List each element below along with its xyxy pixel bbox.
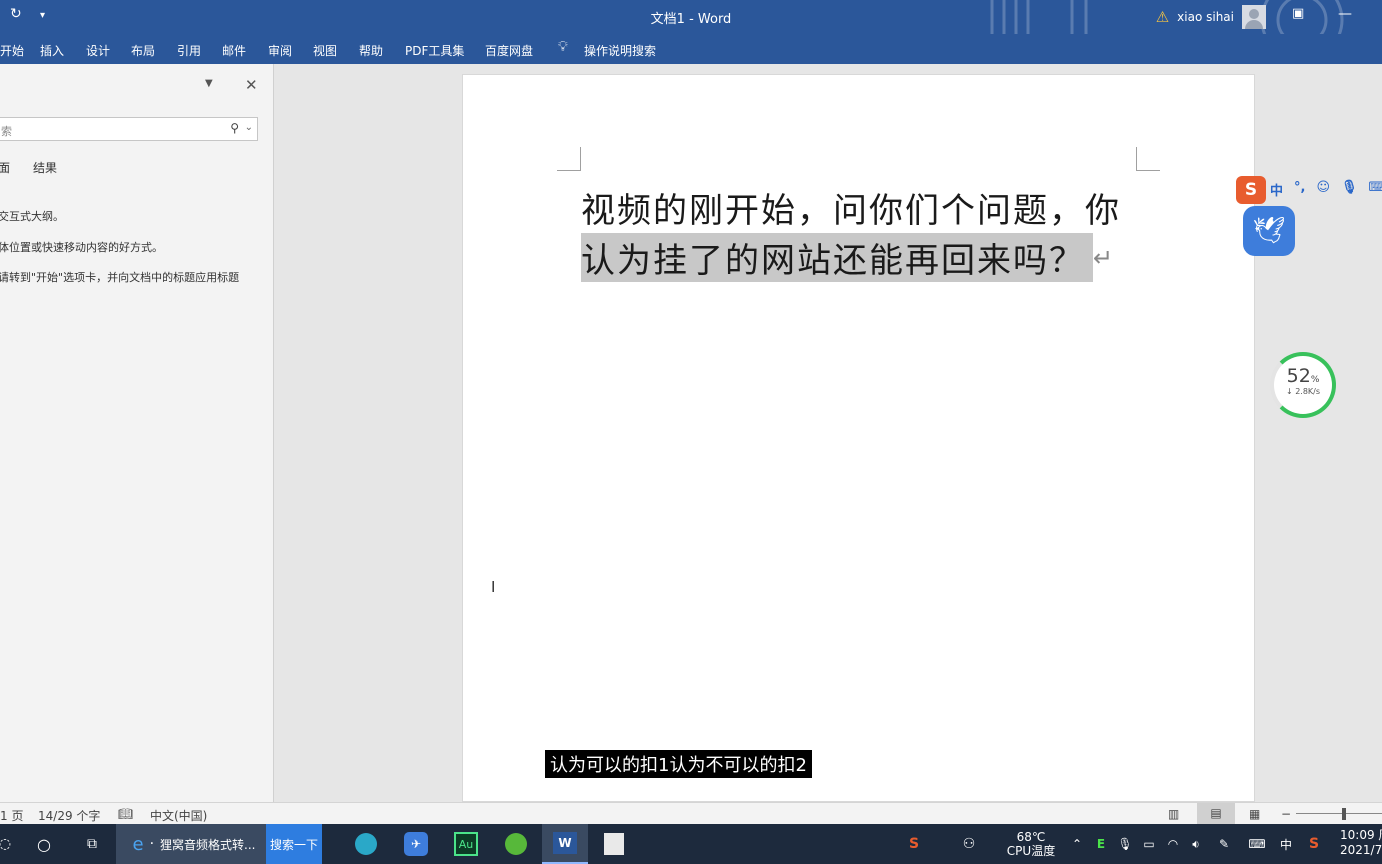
edge-icon[interactable] bbox=[350, 824, 382, 864]
browser-green-icon[interactable] bbox=[500, 824, 532, 864]
tray-expand-icon[interactable]: ⌃ bbox=[1068, 824, 1086, 864]
proofing-icon[interactable]: 📖︎ bbox=[118, 807, 133, 821]
margin-corner-tl bbox=[557, 147, 581, 171]
cortana-icon[interactable]: ○ bbox=[30, 824, 58, 864]
tell-me-search[interactable]: 操作说明搜索 bbox=[584, 42, 656, 59]
lightbulb-icon: 💡︎ bbox=[558, 39, 568, 55]
ie-icon: e bbox=[132, 833, 144, 855]
tray-e-icon[interactable]: E bbox=[1092, 824, 1110, 864]
network-speed-gauge[interactable]: 52% ↓ 2.8K/s bbox=[1270, 352, 1336, 418]
sogou-ime-tray-icon[interactable]: S bbox=[1302, 824, 1326, 864]
search-button[interactable]: 搜索一下 bbox=[266, 824, 322, 864]
tab-mailings[interactable]: 邮件 bbox=[222, 42, 246, 59]
document-line-2-wrap: 认为挂了的网站还能再回来吗？ ↵ bbox=[581, 233, 1113, 282]
clock-date: 2021/7 bbox=[1340, 843, 1382, 857]
cpu-temp-label: CPU温度 bbox=[1006, 844, 1056, 858]
warning-icon: ⚠ bbox=[1155, 8, 1170, 26]
text-cursor-icon: I bbox=[491, 578, 496, 596]
notepad-icon[interactable] bbox=[598, 824, 630, 864]
taskbar: ◌ ○ ⧉ e · 狸窝音频格式转... 搜索一下 ✈ Au W S ⚇ 68℃… bbox=[0, 824, 1382, 864]
page-count[interactable]: 1 页 bbox=[0, 807, 23, 824]
help-text-1: 交互式大纲。 bbox=[0, 210, 64, 223]
minimize-button[interactable]: — bbox=[1338, 6, 1352, 22]
ribbon-display-options-icon[interactable]: ▣ bbox=[1292, 6, 1304, 21]
tab-design[interactable]: 设计 bbox=[86, 42, 110, 59]
language-status[interactable]: 中文(中国) bbox=[150, 807, 207, 824]
clock[interactable]: 10:09 周 2021/7 bbox=[1340, 828, 1382, 858]
gauge-speed: ↓ 2.8K/s bbox=[1285, 387, 1321, 396]
tab-references[interactable]: 引用 bbox=[177, 42, 201, 59]
sogou-tray-icon[interactable]: S bbox=[902, 824, 926, 864]
document-line-1[interactable]: 视频的刚开始，问你们个问题，你 bbox=[581, 183, 1121, 232]
avatar[interactable] bbox=[1242, 5, 1266, 29]
task-view-icon[interactable]: ⧉ bbox=[78, 824, 106, 864]
pane-options-dropdown-icon[interactable]: ▼ bbox=[205, 78, 213, 89]
tray-mic-icon[interactable]: 🎙︎ bbox=[1116, 824, 1134, 864]
tab-view[interactable]: 视图 bbox=[313, 42, 337, 59]
zoom-slider-thumb[interactable] bbox=[1342, 808, 1346, 820]
keyboard-icon[interactable]: ⌨ bbox=[1369, 180, 1382, 199]
battery-icon[interactable]: ▭ bbox=[1140, 824, 1158, 864]
gauge-percent: 52% bbox=[1286, 365, 1320, 387]
sogou-ime-toolbar[interactable]: S 中 °, ☺ 🎙︎ ⌨ bbox=[1236, 176, 1382, 206]
ime-bar: 中 °, ☺ 🎙︎ ⌨ bbox=[1270, 180, 1382, 199]
audition-icon[interactable]: Au bbox=[450, 824, 482, 864]
tab-pdf-tools[interactable]: PDF工具集 bbox=[405, 42, 464, 59]
ime-tray-lang[interactable]: 中 bbox=[1276, 824, 1296, 864]
user-name: xiao sihai bbox=[1177, 10, 1234, 24]
cpu-temp-value: 68℃ bbox=[1016, 830, 1046, 844]
paragraph-mark-icon: ↵ bbox=[1093, 243, 1114, 272]
wifi-icon[interactable]: ◠ bbox=[1164, 824, 1182, 864]
bird-taskbar-icon[interactable]: ✈ bbox=[400, 824, 432, 864]
margin-corner-tr bbox=[1136, 147, 1160, 171]
cpu-temp[interactable]: 68℃ CPU温度 bbox=[1000, 824, 1062, 864]
word-count[interactable]: 14/29 个字 bbox=[38, 807, 100, 824]
people-icon[interactable]: ⚇ bbox=[958, 824, 980, 864]
help-text-3: 请转到"开始"选项卡，并向文档中的标题应用标题 bbox=[0, 271, 240, 284]
help-text-2: 体位置或快速移动内容的好方式。 bbox=[0, 241, 163, 254]
tab-baidu-netdisk[interactable]: 百度网盘 bbox=[485, 42, 533, 59]
ribbon-tabs: 开始 插入 设计 布局 引用 邮件 审阅 视图 帮助 PDF工具集 百度网盘 💡… bbox=[0, 34, 1382, 64]
selected-text[interactable]: 认为挂了的网站还能再回来吗？ bbox=[581, 233, 1093, 282]
ime-lang-mode[interactable]: 中 bbox=[1270, 180, 1283, 199]
tab-review[interactable]: 审阅 bbox=[268, 42, 292, 59]
read-mode-icon[interactable]: ▥ bbox=[1168, 807, 1179, 821]
search-placeholder: 索 bbox=[1, 125, 12, 138]
touch-keyboard-icon[interactable]: ⌨ bbox=[1244, 824, 1270, 864]
tab-pages[interactable]: 面 bbox=[0, 159, 10, 176]
status-bar: 1 页 14/29 个字 📖︎ 中文(中国) ▥ ▤ ▦ − bbox=[0, 802, 1382, 825]
sogou-logo: S bbox=[1236, 176, 1266, 204]
tab-layout[interactable]: 布局 bbox=[131, 42, 155, 59]
tab-results[interactable]: 结果 bbox=[33, 159, 57, 176]
document-page[interactable]: 视频的刚开始，问你们个问题，你 认为挂了的网站还能再回来吗？ ↵ I bbox=[462, 74, 1255, 802]
bird-app-icon[interactable]: 🕊︎ bbox=[1243, 206, 1295, 256]
taskbar-app-ie[interactable]: e · 狸窝音频格式转... bbox=[116, 824, 266, 864]
tab-home[interactable]: 开始 bbox=[0, 42, 24, 59]
punctuation-icon[interactable]: °, bbox=[1294, 180, 1305, 199]
title-bar: ↻ ▾ 文档1 - Word ⚠ xiao sihai ▣ — bbox=[0, 0, 1382, 64]
video-subtitle: 认为可以的扣1认为不可以的扣2 bbox=[545, 750, 812, 778]
search-icon[interactable]: ⚲ bbox=[230, 121, 239, 135]
close-icon[interactable]: ✕ bbox=[245, 76, 258, 94]
zoom-slider[interactable] bbox=[1296, 813, 1382, 814]
web-layout-icon[interactable]: ▦ bbox=[1249, 807, 1260, 821]
screen: ↻ ▾ 文档1 - Word ⚠ xiao sihai ▣ — 开始 插入 设计… bbox=[0, 0, 1382, 864]
volume-icon[interactable]: 🔉︎ bbox=[1186, 824, 1206, 864]
clock-time: 10:09 周 bbox=[1340, 828, 1382, 842]
word-icon[interactable]: W bbox=[542, 824, 588, 864]
ie-dot-icon: · bbox=[149, 836, 155, 852]
tab-insert[interactable]: 插入 bbox=[40, 42, 64, 59]
navigation-pane: ▼ ✕ 索 ⚲ ⌄ 面 结果 交互式大纲。 体位置或快速移动内容的好方式。 请转… bbox=[0, 64, 274, 802]
account-area[interactable]: ⚠ xiao sihai bbox=[1156, 4, 1266, 30]
print-layout-icon[interactable]: ▤ bbox=[1197, 803, 1235, 825]
ie-app-title: 狸窝音频格式转... bbox=[160, 837, 256, 852]
start-icon[interactable]: ◌ bbox=[0, 824, 11, 864]
tab-help[interactable]: 帮助 bbox=[359, 42, 383, 59]
emoji-icon[interactable]: ☺ bbox=[1316, 180, 1330, 199]
pen-icon[interactable]: ✎ bbox=[1214, 824, 1234, 864]
chevron-down-icon[interactable]: ⌄ bbox=[245, 122, 253, 133]
navigation-search-input[interactable]: 索 ⚲ ⌄ bbox=[0, 117, 258, 141]
microphone-icon[interactable]: 🎙︎ bbox=[1341, 180, 1358, 199]
zoom-out-button[interactable]: − bbox=[1281, 807, 1291, 821]
